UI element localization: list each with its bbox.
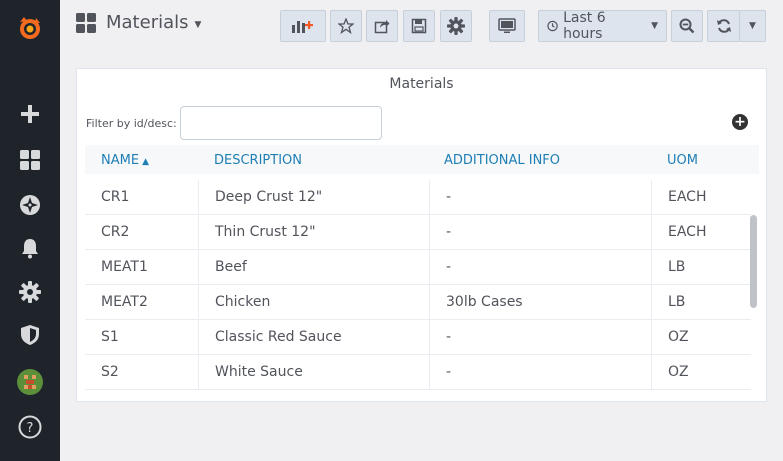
chevron-down-icon: ▼ xyxy=(651,21,658,31)
column-header-additional-info[interactable]: ADDITIONAL INFO xyxy=(444,153,560,168)
cell-uom: OZ xyxy=(651,355,751,389)
table-row[interactable]: MEAT1 Beef - LB xyxy=(85,250,751,285)
plus-circle-icon: + xyxy=(734,114,746,130)
table-row[interactable]: MEAT2 Chicken 30lb Cases LB xyxy=(85,285,751,320)
cell-additional-info: - xyxy=(429,250,651,284)
cell-name: MEAT1 xyxy=(101,259,148,275)
share-dashboard-button[interactable] xyxy=(366,10,398,42)
share-icon xyxy=(374,20,390,34)
add-panel-button[interactable] xyxy=(280,10,326,42)
column-header-uom[interactable]: UOM xyxy=(667,153,698,168)
filter-label: Filter by id/desc: xyxy=(86,117,177,130)
dashboards-icon[interactable] xyxy=(0,140,60,180)
cell-name: MEAT2 xyxy=(101,294,148,310)
cell-uom: OZ xyxy=(651,320,751,354)
table-row[interactable]: S1 Classic Red Sauce - OZ xyxy=(85,320,751,355)
cell-description: Beef xyxy=(198,250,429,284)
cell-additional-info: - xyxy=(429,355,651,389)
tv-mode-button[interactable] xyxy=(489,10,525,42)
table-body: CR1 Deep Crust 12" - EACH CR2 Thin Crust… xyxy=(85,180,751,395)
configuration-gear-icon[interactable] xyxy=(0,272,60,312)
add-material-button[interactable]: + xyxy=(732,114,748,130)
cell-uom: LB xyxy=(651,285,751,319)
cell-description: Classic Red Sauce xyxy=(198,320,429,354)
refresh-icon xyxy=(716,19,731,33)
dashboard-title: Materials xyxy=(106,12,189,33)
time-range-label: Last 6 hours xyxy=(563,10,606,42)
cell-additional-info: - xyxy=(429,180,651,214)
help-icon[interactable]: ? xyxy=(0,407,60,447)
materials-panel: Materials Filter by id/desc: + NAME ▲ DES… xyxy=(76,68,767,402)
table-row[interactable]: S2 White Sauce - OZ xyxy=(85,355,751,390)
cell-description: White Sauce xyxy=(198,355,429,389)
tv-mode-icon xyxy=(498,18,516,33)
cell-description: Deep Crust 12" xyxy=(198,180,429,214)
save-dashboard-button[interactable] xyxy=(403,10,435,42)
cell-additional-info: - xyxy=(429,320,651,354)
cell-additional-info: 30lb Cases xyxy=(429,285,651,319)
refresh-interval-dropdown[interactable]: ▼ xyxy=(739,10,766,42)
cell-description: Thin Crust 12" xyxy=(198,215,429,249)
svg-text:?: ? xyxy=(27,421,34,436)
plus-icon[interactable] xyxy=(0,94,60,134)
grafana-logo-icon[interactable] xyxy=(0,8,60,48)
user-avatar-icon[interactable] xyxy=(0,362,60,402)
table-row[interactable]: CR2 Thin Crust 12" - EACH xyxy=(85,215,751,250)
dashboards-icon xyxy=(76,12,96,33)
chevron-down-icon: ▼ xyxy=(194,19,202,30)
scrollbar-thumb[interactable] xyxy=(750,215,757,308)
cell-name: S1 xyxy=(101,329,119,345)
sort-ascending-icon: ▲ xyxy=(142,157,149,167)
panel-title[interactable]: Materials xyxy=(77,76,766,92)
star-icon xyxy=(338,18,354,34)
explore-compass-icon[interactable] xyxy=(0,185,60,225)
save-icon xyxy=(411,18,427,34)
column-header-name[interactable]: NAME ▲ xyxy=(101,153,149,168)
sidebar: ? xyxy=(0,0,60,461)
table-header: NAME ▲ DESCRIPTION ADDITIONAL INFO UOM xyxy=(85,145,759,174)
refresh-dropdown-icon: ▼ xyxy=(749,21,756,31)
top-navbar: Materials ▼ Last 6 hours ▼ ▼ xyxy=(60,0,783,52)
table-row[interactable]: CR1 Deep Crust 12" - EACH xyxy=(85,180,751,215)
cell-name: S2 xyxy=(101,364,119,380)
cell-uom: EACH xyxy=(651,180,751,214)
server-admin-shield-icon[interactable] xyxy=(0,315,60,355)
cell-description: Chicken xyxy=(198,285,429,319)
star-dashboard-button[interactable] xyxy=(330,10,362,42)
dashboard-settings-button[interactable] xyxy=(440,10,472,42)
filter-input[interactable] xyxy=(180,106,382,140)
column-header-description[interactable]: DESCRIPTION xyxy=(214,153,302,168)
clock-icon xyxy=(547,20,558,32)
cell-additional-info: - xyxy=(429,215,651,249)
settings-gear-icon xyxy=(447,17,465,35)
cell-uom: EACH xyxy=(651,215,751,249)
zoom-out-icon xyxy=(679,18,695,34)
cell-uom: LB xyxy=(651,250,751,284)
dashboard-picker[interactable]: Materials ▼ xyxy=(76,12,201,33)
time-range-picker[interactable]: Last 6 hours ▼ xyxy=(538,10,667,42)
cell-name: CR1 xyxy=(101,189,130,205)
refresh-button[interactable] xyxy=(707,10,740,42)
zoom-out-button[interactable] xyxy=(671,10,703,42)
add-panel-icon xyxy=(292,21,313,33)
cell-name: CR2 xyxy=(101,224,130,240)
alerting-bell-icon[interactable] xyxy=(0,228,60,268)
